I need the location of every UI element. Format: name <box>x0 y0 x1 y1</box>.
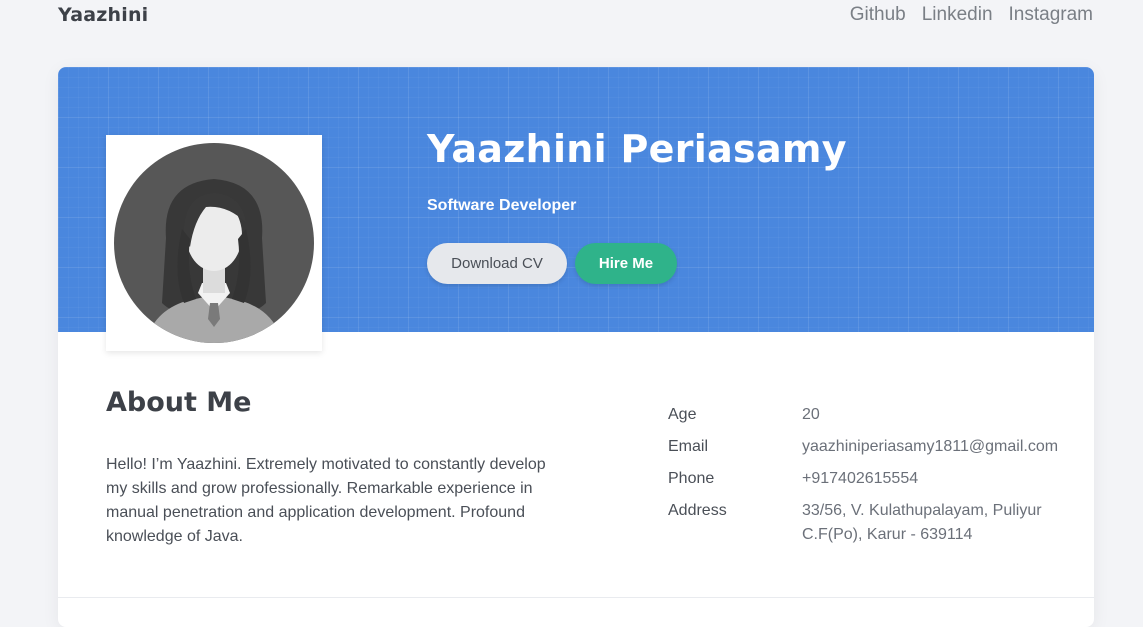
info-row-address: Address 33/56, V. Kulathupalayam, Puliyu… <box>668 499 1088 547</box>
about-text: Hello! I’m Yaazhini. Extremely motivated… <box>106 456 546 545</box>
nav-link-instagram[interactable]: Instagram <box>1009 4 1093 26</box>
info-label: Email <box>668 438 709 455</box>
download-cv-button[interactable]: Download CV <box>427 243 567 284</box>
profile-card: Yaazhini Periasamy Software Developer Do… <box>58 67 1094 627</box>
brand-logo-text[interactable]: Yaazhini <box>58 4 148 26</box>
top-navbar: Yaazhini Github Linkedin Instagram <box>0 0 1143 32</box>
profile-photo <box>106 135 322 351</box>
info-label: Age <box>668 406 697 423</box>
info-value: 33/56, V. Kulathupalayam, Puliyur C.F(Po… <box>802 502 1042 543</box>
info-row-age: Age 20 <box>668 403 1088 427</box>
personal-info-list: Age 20 Email yaazhiniperiasamy1811@gmail… <box>668 403 1088 555</box>
about-heading: About Me <box>106 387 252 418</box>
info-value: yaazhiniperiasamy1811@gmail.com <box>802 438 1059 455</box>
info-value: +917402615554 <box>802 470 919 487</box>
profile-name: Yaazhini Periasamy <box>427 127 847 171</box>
info-row-email: Email yaazhiniperiasamy1811@gmail.com <box>668 435 1088 459</box>
female-avatar-icon <box>114 143 314 343</box>
info-label: Address <box>668 502 727 519</box>
info-row-phone: Phone +917402615554 <box>668 467 1088 491</box>
info-label: Phone <box>668 470 715 487</box>
section-divider <box>58 597 1094 598</box>
social-nav: Github Linkedin Instagram <box>850 4 1093 26</box>
nav-link-github[interactable]: Github <box>850 4 906 26</box>
info-value: 20 <box>802 406 820 423</box>
nav-link-linkedin[interactable]: Linkedin <box>922 4 993 26</box>
hire-me-button[interactable]: Hire Me <box>575 243 677 284</box>
profile-role: Software Developer <box>427 197 577 214</box>
